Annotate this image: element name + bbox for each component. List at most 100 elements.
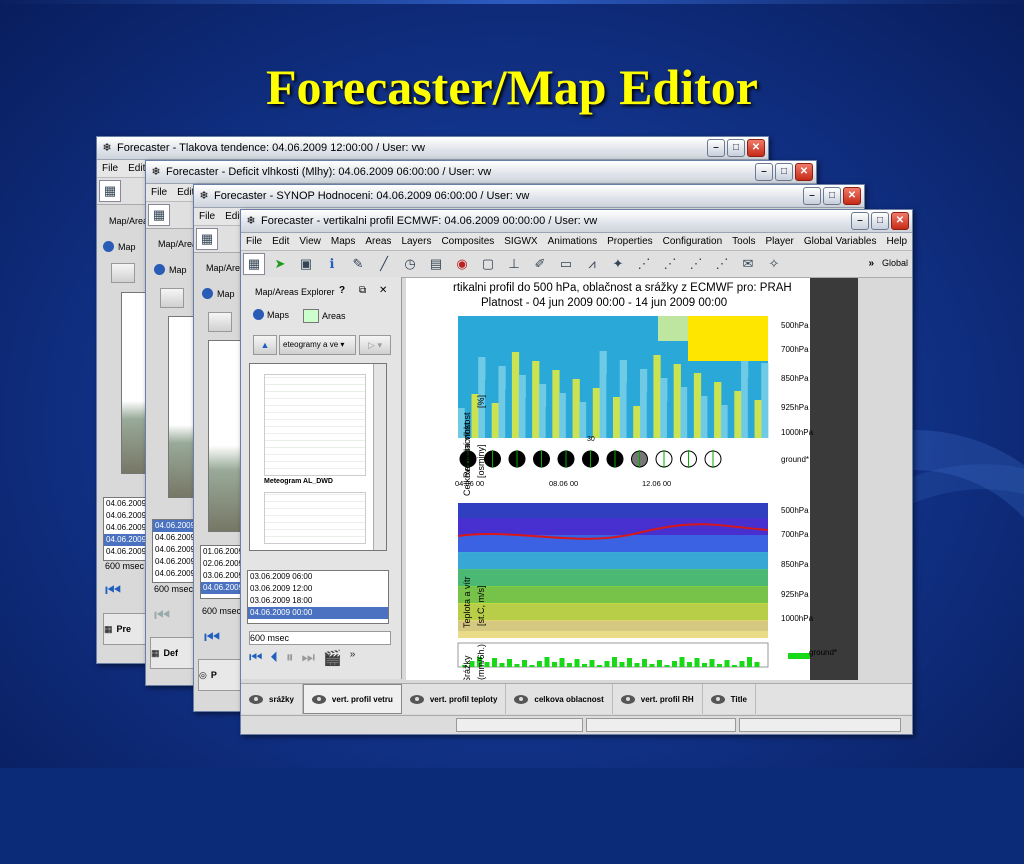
map-tool-icon[interactable]: ▦ <box>196 228 218 250</box>
menu-tools[interactable]: Tools <box>732 236 755 247</box>
clapper-icon[interactable]: 🎬 <box>323 649 342 667</box>
tab-celkova-oblacnost[interactable]: celkova oblacnost <box>506 684 613 714</box>
time-list[interactable]: 03.06.2009 06:00 03.06.2009 12:00 03.06.… <box>247 570 389 624</box>
pencil-icon[interactable]: ✐ <box>529 253 551 275</box>
minimize-button[interactable]: – <box>803 187 821 205</box>
map-tool-icon[interactable]: ▦ <box>99 180 121 202</box>
speed-field[interactable]: 600 msec <box>105 561 144 571</box>
menu-view[interactable]: View <box>299 236 321 247</box>
preset-button[interactable]: ◎ P <box>198 659 244 691</box>
eye-icon[interactable] <box>710 694 725 704</box>
maximize-button[interactable]: □ <box>775 163 793 181</box>
menu-edit[interactable]: Edit <box>177 187 194 198</box>
eye-icon[interactable] <box>620 694 635 704</box>
last-frame-icon[interactable]: ⏭ <box>302 649 316 667</box>
menu-file[interactable]: File <box>246 236 262 247</box>
maps-tab[interactable]: Map <box>154 264 187 275</box>
time-list[interactable]: 04.06.2009 04.06.2009 04.06.2009 04.06.2… <box>103 497 147 561</box>
eye-icon[interactable] <box>249 694 263 704</box>
menu-edit[interactable]: Edit <box>128 163 145 174</box>
overflow-icon[interactable]: » <box>868 258 874 269</box>
rewind-icon[interactable]: ⏮ <box>105 580 121 601</box>
menu-player[interactable]: Player <box>766 236 794 247</box>
tab-title[interactable]: Title <box>703 684 756 714</box>
map-thumbnail[interactable] <box>208 340 242 532</box>
envelope-icon[interactable]: ✉ <box>737 253 759 275</box>
clock-icon[interactable]: ◷ <box>399 253 421 275</box>
menu-sigwx[interactable]: SIGWX <box>504 236 537 247</box>
tab-maps[interactable]: Maps <box>249 309 293 320</box>
close-button[interactable]: ✕ <box>795 163 813 181</box>
maps-tab[interactable]: Map <box>103 241 136 252</box>
eye-icon[interactable] <box>311 694 326 704</box>
brush-icon[interactable]: ✦ <box>607 253 629 275</box>
arrow-icon[interactable]: ➤ <box>269 253 291 275</box>
first-frame-icon[interactable]: ⏮ <box>249 649 263 667</box>
vertical-profile-chart[interactable]: rtikalni profil do 500 hPa, oblačnost a … <box>406 278 858 680</box>
edit-tool-icon[interactable]: ✎ <box>347 253 369 275</box>
menu-areas[interactable]: Areas <box>365 236 391 247</box>
menu-file[interactable]: File <box>102 163 118 174</box>
tab-vert-profil-vetru[interactable]: vert. profil vetru <box>302 684 402 714</box>
meteogram-preview[interactable]: Meteogram AL_DWD <box>249 363 387 551</box>
close-button[interactable]: ✕ <box>843 187 861 205</box>
vertical-scrollbar[interactable] <box>373 364 386 550</box>
minimize-button[interactable]: – <box>851 212 869 230</box>
more-icon[interactable]: » <box>350 649 356 667</box>
tab-vert-profil-teploty[interactable]: vert. profil teploty <box>402 684 507 714</box>
menu-file[interactable]: File <box>151 187 167 198</box>
tab-srazky[interactable]: srážky <box>241 684 303 714</box>
forward-button[interactable]: ▷ ▾ <box>359 335 391 355</box>
close-button[interactable]: ✕ <box>891 212 909 230</box>
menu-animations[interactable]: Animations <box>548 236 597 247</box>
plot-4-icon[interactable]: ⋰ <box>711 253 733 275</box>
pause-icon[interactable]: ⏸ <box>286 649 294 667</box>
eye-icon[interactable] <box>409 694 424 704</box>
titlebar[interactable]: ❄ Forecaster - SYNOP Hodnoceni: 04.06.20… <box>194 185 864 208</box>
maximize-button[interactable]: □ <box>823 187 841 205</box>
titlebar[interactable]: ❄ Forecaster - Deficit vlhkosti (Mlhy): … <box>146 161 816 184</box>
help-icon[interactable]: ? <box>339 285 345 296</box>
speed-field[interactable]: 600 msec <box>249 631 391 645</box>
map-thumbnail[interactable] <box>168 316 194 498</box>
float-icon[interactable]: ⧉ <box>359 285 366 296</box>
speed-field[interactable]: 600 msec <box>154 584 193 594</box>
line-tool-icon[interactable]: ╱ <box>373 253 395 275</box>
preset-button[interactable]: ▦ Def <box>150 637 196 669</box>
menu-layers[interactable]: Layers <box>401 236 431 247</box>
up-button[interactable] <box>208 312 232 332</box>
step-back-icon[interactable]: ⏴ <box>271 649 279 667</box>
titlebar[interactable]: ❄ Forecaster - Tlakova tendence: 04.06.2… <box>97 137 768 160</box>
calendar-icon[interactable]: ▣ <box>295 253 317 275</box>
target-icon[interactable]: ◉ <box>451 253 473 275</box>
up-button[interactable]: ▲ <box>253 335 277 355</box>
close-panel-icon[interactable]: ✕ <box>379 285 387 296</box>
plot-3-icon[interactable]: ⋰ <box>685 253 707 275</box>
time-list[interactable]: 04.06.2009 04.06.2009 04.06.2009 04.06.2… <box>152 519 194 583</box>
maximize-button[interactable]: □ <box>727 139 745 157</box>
plot-2-icon[interactable]: ⋰ <box>659 253 681 275</box>
rewind-icon[interactable]: ⏮ <box>204 627 220 648</box>
map-tool-icon[interactable]: ▦ <box>243 253 265 275</box>
minimize-button[interactable]: – <box>755 163 773 181</box>
menu-configuration[interactable]: Configuration <box>663 236 722 247</box>
menu-global-variables[interactable]: Global Variables <box>804 236 877 247</box>
up-button[interactable] <box>160 288 184 308</box>
tab-vert-profil-rh[interactable]: vert. profil RH <box>613 684 703 714</box>
up-button[interactable] <box>111 263 135 283</box>
wand-icon[interactable]: ✧ <box>763 253 785 275</box>
rewind-icon[interactable]: ⏮ <box>154 605 170 626</box>
menu-help[interactable]: Help <box>887 236 908 247</box>
tab-areas[interactable]: Areas <box>299 309 350 323</box>
minimize-button[interactable]: – <box>707 139 725 157</box>
window-vertikalni-profil[interactable]: ❄ Forecaster - vertikalni profil ECMWF: … <box>240 209 913 735</box>
info-icon[interactable]: ℹ <box>321 253 343 275</box>
plot-icon[interactable]: ⋰ <box>633 253 655 275</box>
time-list[interactable]: 01.06.2009 02.06.2009 03.06.2009 04.06.2… <box>200 545 242 599</box>
maximize-button[interactable]: □ <box>871 212 889 230</box>
frame-icon[interactable]: ▢ <box>477 253 499 275</box>
chart-tool-icon[interactable]: ▤ <box>425 253 447 275</box>
axis-icon[interactable]: ⊥ <box>503 253 525 275</box>
preset-button[interactable]: ▦ Pre <box>103 613 151 645</box>
menu-edit[interactable]: Edit <box>272 236 289 247</box>
